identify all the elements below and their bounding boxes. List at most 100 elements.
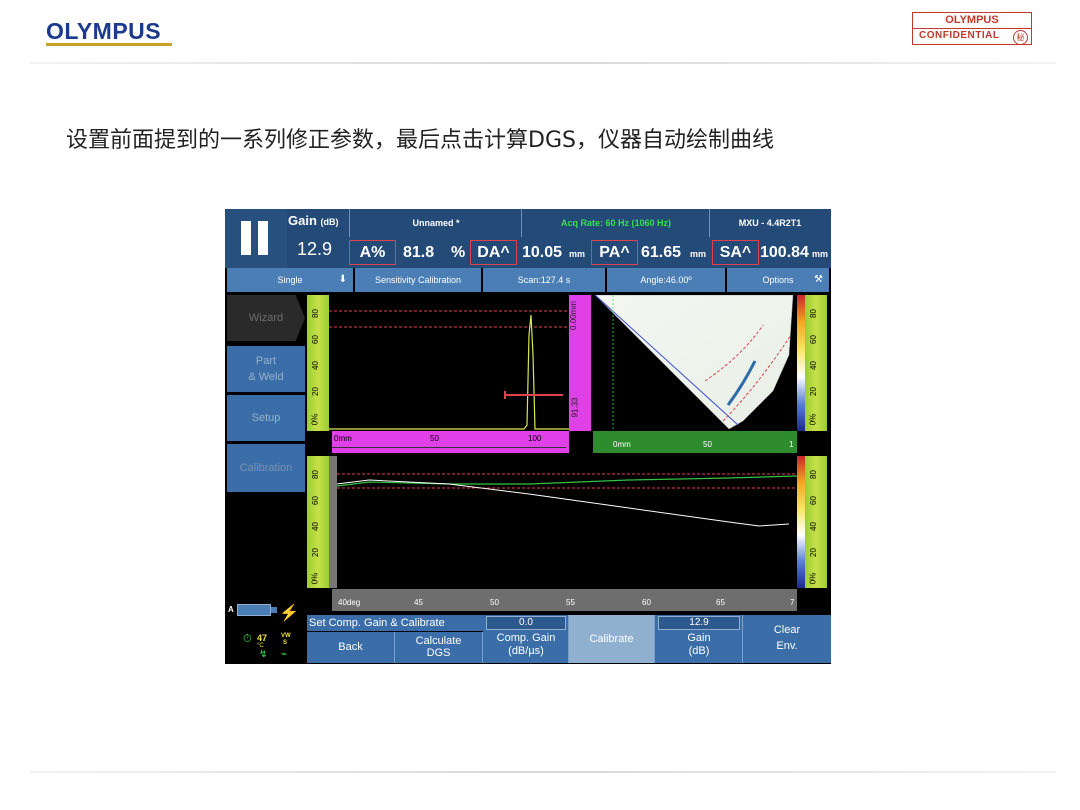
- scale-tick: 80: [310, 470, 320, 479]
- gain-label: Gain (dB): [288, 213, 339, 228]
- divider: [709, 209, 710, 237]
- color-palette: [797, 456, 805, 588]
- x-tick: 100: [528, 434, 542, 443]
- scale-tick: 40: [310, 522, 320, 531]
- gain-unit: (dB): [320, 217, 339, 227]
- scale-tick: 20: [808, 387, 818, 396]
- sidebar-item-calibration[interactable]: Calibration: [227, 444, 305, 492]
- reading-pa-unit: mm: [690, 249, 707, 259]
- x-tick: 50: [430, 434, 439, 443]
- cal-amplitude-scale: 80 60 40 20 0%: [307, 456, 329, 588]
- x-tick: 45: [414, 598, 423, 607]
- pause-button[interactable]: [225, 209, 287, 268]
- reading-sa-unit: mm: [812, 249, 829, 259]
- power-label: VW: [281, 633, 291, 639]
- mode-dropdown[interactable]: Single ⬇: [227, 268, 353, 292]
- scale-tick: 60: [310, 496, 320, 505]
- comp-gain-label: Comp. Gain (dB/µs): [496, 632, 556, 657]
- scale-tick: 20: [310, 548, 320, 557]
- divider: [521, 209, 522, 237]
- comp-gain-control[interactable]: 0.0 Comp. Gain (dB/µs): [483, 615, 569, 663]
- scale-tick: 40: [808, 522, 818, 531]
- model-label: MXU - 4.4R2T1: [738, 218, 802, 228]
- x-tick: 55: [566, 598, 575, 607]
- confidential-divider: [913, 28, 1031, 29]
- reading-sa-value: 100.84: [760, 244, 809, 261]
- clear-envelope-button[interactable]: Clear Env.: [743, 615, 831, 663]
- gain-value[interactable]: 12.9: [297, 239, 332, 260]
- scale-tick: 0%: [310, 413, 320, 426]
- mode-label: Single: [277, 275, 303, 285]
- scale-tick: 80: [808, 309, 818, 318]
- acq-rate: Acq Rate: 60 Hz (1060 Hz): [560, 218, 672, 228]
- scale-tick: 40: [310, 361, 320, 370]
- signal-icon: ⌁: [281, 649, 288, 660]
- probe-icon: ↯: [259, 649, 268, 660]
- gain-value-field[interactable]: 12.9: [658, 616, 740, 630]
- scale-tick: 20: [808, 548, 818, 557]
- scale-tick: 80: [808, 470, 818, 479]
- scale-tick: 80: [310, 309, 320, 318]
- cal-right-scale: 80 60 40 20 0%: [805, 456, 827, 588]
- gate-readout-bar: 0.00mm 91.33: [569, 295, 591, 431]
- reading-da-value: 10.05: [522, 244, 563, 261]
- confidential-brand: OLYMPUS: [945, 14, 999, 26]
- reading-a-label[interactable]: A%: [349, 240, 396, 265]
- olympus-logo: OLYMPUS: [46, 18, 162, 44]
- calibration-mode-button[interactable]: Sensitivity Calibration: [355, 268, 481, 292]
- x-tick: 40deg: [338, 598, 361, 607]
- divider: [349, 209, 350, 237]
- x-tick: 0mm: [613, 440, 631, 449]
- confidential-label: CONFIDENTIAL: [919, 30, 1000, 41]
- scale-tick: 0%: [808, 413, 818, 426]
- reading-pa-value: 61.65: [641, 244, 682, 261]
- wizard-step-title: Set Comp. Gain & Calibrate: [307, 615, 483, 631]
- sidebar-item-part-weld[interactable]: Part & Weld: [227, 346, 305, 392]
- device-screen: Gain (dB) 12.9 Unnamed * Acq Rate: 60 Hz…: [225, 209, 831, 664]
- x-tick: 0mm: [334, 434, 352, 443]
- gate-readout-top: 0.00mm: [568, 301, 578, 330]
- sscan-x-axis: 0mm 50 1: [593, 431, 797, 453]
- comp-gain-value[interactable]: 0.0: [486, 616, 566, 630]
- gate-readout-bottom: 91.33: [570, 397, 580, 418]
- reading-sa-label[interactable]: SA^: [712, 240, 759, 265]
- s-label: S: [283, 640, 288, 646]
- scan-time: Scan:127.4 s: [483, 268, 605, 292]
- dropdown-arrow-icon: ⬇: [338, 274, 347, 285]
- scale-tick: 0%: [808, 572, 818, 585]
- sscan-plot: [594, 295, 794, 431]
- sidebar-item-wizard[interactable]: Wizard: [227, 295, 305, 341]
- reading-da-label[interactable]: DA^: [470, 240, 517, 265]
- back-button[interactable]: Back: [307, 632, 395, 663]
- x-tick: 65: [716, 598, 725, 607]
- x-tick: 50: [703, 440, 712, 449]
- sidebar-item-setup[interactable]: Setup: [227, 395, 305, 441]
- confidential-stamp: OLYMPUS CONFIDENTIAL 秘: [912, 12, 1032, 45]
- scale-tick: 20: [310, 387, 320, 396]
- angle-readout: Angle:46.00º: [607, 268, 725, 292]
- battery-tip: [271, 607, 277, 613]
- options-button[interactable]: Options ⚒: [727, 268, 829, 292]
- pause-icon-bar: [258, 221, 268, 255]
- confidential-seal: 秘: [1013, 30, 1028, 45]
- tools-icon: ⚒: [814, 274, 823, 285]
- reading-pa-label[interactable]: PA^: [591, 240, 638, 265]
- calculate-dgs-button[interactable]: Calculate DGS: [395, 632, 483, 663]
- temperature-readout: 47: [257, 633, 268, 643]
- calibration-plot: [329, 456, 797, 588]
- cal-envelope-white: [336, 479, 790, 527]
- reading-da-unit: mm: [569, 249, 586, 259]
- scale-tick: 40: [808, 361, 818, 370]
- calibrate-button[interactable]: Calibrate: [569, 615, 655, 663]
- gain-control-label: Gain (dB): [687, 632, 711, 657]
- x-tick: 7: [790, 598, 795, 607]
- cal-x-axis: 40deg 45 50 55 60 65 7: [332, 589, 797, 611]
- options-label: Options: [762, 275, 794, 285]
- pause-icon: [241, 221, 251, 255]
- power-icon: ⚡: [279, 605, 299, 622]
- x-tick: 60: [642, 598, 651, 607]
- stopwatch-icon: ⏱: [243, 633, 252, 645]
- gain-control[interactable]: 12.9 Gain (dB): [655, 615, 743, 663]
- scale-tick: 60: [808, 496, 818, 505]
- ascan-signal: [329, 314, 569, 430]
